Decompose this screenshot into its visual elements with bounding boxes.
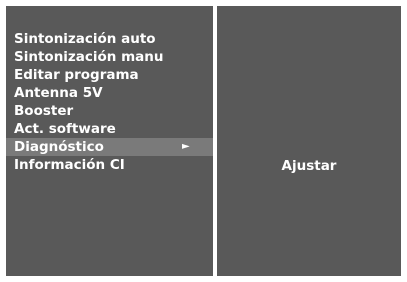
menu-item-sintonizacion-auto[interactable]: Sintonización auto [6, 30, 213, 48]
menu-item-label: Diagnóstico [14, 139, 104, 155]
tv-setup-menu: Sintonización auto Sintonización manu Ed… [0, 0, 407, 282]
menu-item-label: Editar programa [14, 67, 139, 83]
menu-item-label: Antenna 5V [14, 85, 103, 101]
menu-item-act-software[interactable]: Act. software [6, 120, 213, 138]
menu-item-label: Act. software [14, 121, 116, 137]
menu-item-diagnostico[interactable]: Diagnóstico ► [6, 138, 213, 156]
main-menu-panel: Sintonización auto Sintonización manu Ed… [6, 6, 213, 276]
menu-item-informacion-ci[interactable]: Información CI [6, 156, 213, 174]
submenu-arrow-icon: ► [182, 141, 190, 152]
submenu-panel: Ajustar [217, 6, 401, 276]
menu-item-sintonizacion-manu[interactable]: Sintonización manu [6, 48, 213, 66]
menu-item-label: Sintonización manu [14, 49, 164, 65]
menu-item-label: Booster [14, 103, 74, 119]
submenu-item-ajustar[interactable]: Ajustar [217, 157, 401, 175]
menu-item-antenna-5v[interactable]: Antenna 5V [6, 84, 213, 102]
menu-frame: Sintonización auto Sintonización manu Ed… [6, 6, 401, 276]
menu-item-label: Sintonización auto [14, 31, 156, 47]
setup-menu-list: Sintonización auto Sintonización manu Ed… [6, 30, 213, 174]
menu-item-editar-programa[interactable]: Editar programa [6, 66, 213, 84]
menu-item-label: Información CI [14, 157, 125, 173]
menu-item-booster[interactable]: Booster [6, 102, 213, 120]
